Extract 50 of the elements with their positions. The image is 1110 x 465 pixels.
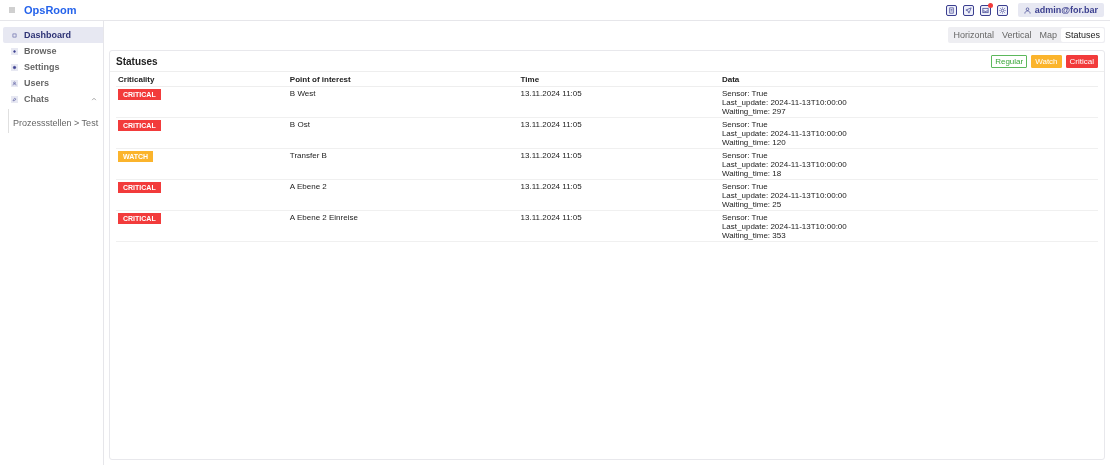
pen-icon [12, 96, 17, 102]
dot-icon [12, 48, 17, 54]
table-cell-text: Sensor: True Last_update: 2024-11-13T10:00:00 Waiting_time: 120 [721, 120, 848, 147]
view-tab[interactable]: Statuses [1060, 28, 1104, 42]
sidebar-subitem[interactable]: Prozessstellen > Test [13, 116, 99, 130]
table-cell: 13.11.2024 11:05 [518, 210, 720, 242]
app-logo[interactable]: OpsRoom [24, 4, 77, 16]
sidebar-item[interactable]: Chats [3, 91, 103, 107]
table-cell: A Ebene 2 [287, 179, 519, 211]
sidebar-item[interactable]: Settings [3, 59, 103, 75]
view-tab[interactable]: Horizontal [949, 28, 998, 42]
table-cell: 13.11.2024 11:05 [518, 117, 720, 149]
inbox-button[interactable] [979, 4, 991, 16]
view-tab[interactable]: Map [1035, 28, 1061, 42]
legend-tag: Watch [1031, 54, 1062, 68]
dot-icon [12, 64, 17, 70]
table-cell: B West [287, 86, 519, 118]
view-tab[interactable]: Vertical [997, 28, 1036, 42]
legend-tag: Critical [1065, 54, 1098, 68]
table-cell: 13.11.2024 11:05 [518, 86, 720, 118]
person-icon [12, 80, 17, 86]
table-cell: 13.11.2024 11:05 [518, 179, 720, 211]
table-cell: 13.11.2024 11:05 [518, 148, 720, 180]
theme-button[interactable] [996, 4, 1008, 16]
sidebar-item[interactable]: Browse [3, 43, 103, 59]
document-button[interactable] [945, 4, 957, 16]
column-header: Time [518, 72, 720, 87]
card-title: Statuses [116, 55, 158, 67]
legend-tag: Regular [991, 54, 1028, 68]
sidebar-item[interactable]: Dashboard [3, 27, 103, 43]
column-header: Point of interest [287, 72, 519, 87]
user-button[interactable]: admin@for.bar [1017, 3, 1104, 17]
column-header: Criticality [116, 72, 288, 87]
sidebar-item[interactable]: Users [3, 75, 103, 91]
person-icon [1023, 6, 1031, 14]
table-cell: Transfer B [287, 148, 519, 180]
document-icon [947, 6, 955, 14]
send-icon [964, 6, 972, 14]
table-cell-text: Sensor: True Last_update: 2024-11-13T10:00:00 Waiting_time: 25 [721, 182, 848, 209]
table-cell-text: Sensor: True Last_update: 2024-11-13T10:00:00 Waiting_time: 353 [721, 213, 848, 240]
table-cell-text: Sensor: True Last_update: 2024-11-13T10:00:00 Waiting_time: 297 [721, 89, 848, 116]
table-cell: B Ost [287, 117, 519, 149]
column-header: Data [719, 72, 1098, 87]
send-button[interactable] [962, 4, 974, 16]
sun-icon [998, 6, 1006, 14]
table-cell-text: Sensor: True Last_update: 2024-11-13T10:00:00 Waiting_time: 18 [721, 151, 848, 178]
menu-icon [8, 6, 16, 14]
inbox-icon [981, 6, 989, 14]
notification-dot [987, 2, 993, 8]
table-cell: A Ebene 2 Einreise [287, 210, 519, 242]
